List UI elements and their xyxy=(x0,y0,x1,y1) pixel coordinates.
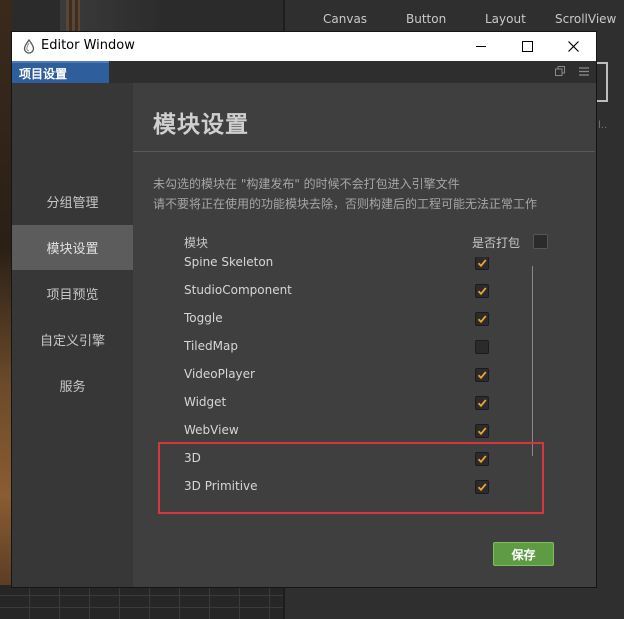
module-name: Spine Skeleton xyxy=(184,257,274,269)
list-item[interactable]: TiledMap xyxy=(171,334,547,362)
scrollbar-track[interactable] xyxy=(532,266,533,456)
checkmark-icon xyxy=(477,315,487,324)
sidebar-item-custom-engine[interactable]: 自定义引擎 xyxy=(12,317,133,362)
checkmark-icon xyxy=(477,427,487,436)
checkbox-checked[interactable] xyxy=(475,284,489,298)
settings-sidebar: 分组管理 模块设置 项目预览 自定义引擎 服务 xyxy=(12,83,133,587)
module-name: WebView xyxy=(184,423,239,437)
panel-tab-bar: 项目设置 xyxy=(12,61,596,83)
module-name: Toggle xyxy=(184,311,223,325)
list-item[interactable]: Spine Skeleton xyxy=(171,257,547,278)
list-item[interactable]: VideoPlayer xyxy=(171,362,547,390)
background-tab-scrollview[interactable]: ScrollView xyxy=(555,12,616,26)
description-line-1: 未勾选的模块在 "构建发布" 的时候不会打包进入引擎文件 xyxy=(153,177,460,191)
minimize-icon xyxy=(476,46,486,47)
checkmark-icon xyxy=(477,371,487,380)
background-tab-layout[interactable]: Layout xyxy=(485,12,526,26)
highlight-box xyxy=(158,442,544,514)
list-item[interactable]: Widget xyxy=(171,390,547,418)
title-divider xyxy=(133,151,595,152)
tab-project-settings[interactable]: 项目设置 xyxy=(12,61,109,83)
maximize-icon xyxy=(521,41,533,52)
menu-icon[interactable] xyxy=(579,67,589,76)
checkmark-icon xyxy=(477,399,487,408)
module-name: Widget xyxy=(184,395,227,409)
list-item[interactable]: StudioComponent xyxy=(171,278,547,306)
column-header-module: 模块 xyxy=(184,236,209,250)
page-title: 模块设置 xyxy=(153,112,249,138)
window-title: Editor Window xyxy=(41,38,135,53)
module-name: TiledMap xyxy=(184,339,238,353)
popout-icon[interactable] xyxy=(555,66,565,76)
list-item[interactable]: Toggle xyxy=(171,306,547,334)
background-grid xyxy=(0,585,290,619)
background-tab-canvas[interactable]: Canvas xyxy=(323,12,367,26)
background-tab-button[interactable]: Button xyxy=(406,12,446,26)
sidebar-item-module-settings[interactable]: 模块设置 xyxy=(12,225,133,270)
checkbox-checked[interactable] xyxy=(475,396,489,410)
checkbox-checked[interactable] xyxy=(475,368,489,382)
background-tab-strip: Canvas Button Layout ScrollView xyxy=(285,10,624,32)
sidebar-item-group-management[interactable]: 分组管理 xyxy=(12,179,133,224)
checkbox-checked[interactable] xyxy=(475,257,489,270)
app-drop-icon xyxy=(23,39,35,54)
background-dots: l.. xyxy=(598,120,608,131)
background-frame xyxy=(594,62,608,102)
close-icon xyxy=(567,41,579,52)
checkbox-unchecked[interactable] xyxy=(475,340,489,354)
title-bar[interactable]: Editor Window xyxy=(12,32,596,61)
column-header-include: 是否打包 xyxy=(472,236,521,250)
select-all-checkbox[interactable] xyxy=(533,234,548,249)
close-button[interactable] xyxy=(550,32,596,61)
module-name: VideoPlayer xyxy=(184,367,255,381)
background-pillar xyxy=(66,0,80,32)
sidebar-item-services[interactable]: 服务 xyxy=(12,363,133,408)
checkbox-checked[interactable] xyxy=(475,424,489,438)
module-name: StudioComponent xyxy=(184,283,292,297)
save-button[interactable]: 保存 xyxy=(493,542,554,566)
checkbox-checked[interactable] xyxy=(475,312,489,326)
checkmark-icon xyxy=(477,287,487,296)
description-line-2: 请不要将正在使用的功能模块去除，否则构建后的工程可能无法正常工作 xyxy=(153,197,538,211)
minimize-button[interactable] xyxy=(458,32,504,61)
background-scene-left xyxy=(0,0,12,619)
checkmark-icon xyxy=(477,259,487,268)
sidebar-item-project-preview[interactable]: 项目预览 xyxy=(12,271,133,316)
maximize-button[interactable] xyxy=(504,32,550,61)
